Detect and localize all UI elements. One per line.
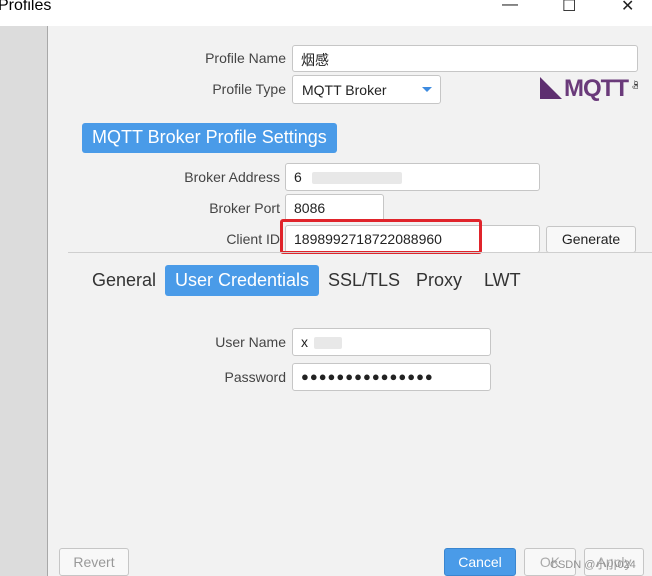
broker-address-label: Broker Address (184, 169, 280, 185)
password-input[interactable]: ●●●●●●●●●●●●●●● (292, 363, 491, 391)
redacted-mask (313, 337, 342, 350)
tab-user-credentials[interactable]: User Credentials (165, 265, 320, 296)
client-id-label: Client ID (226, 231, 280, 247)
divider (68, 252, 652, 253)
password-label: Password (224, 369, 286, 385)
mqtt-logo: MQTT .org (540, 75, 639, 102)
user-name-input[interactable]: x (292, 328, 491, 356)
redacted-mask (311, 172, 402, 185)
mqtt-logo-org: .org (632, 80, 639, 89)
window-title: Profiles (0, 0, 52, 14)
profiles-sidebar[interactable] (0, 26, 48, 576)
profile-name-label: Profile Name (205, 50, 286, 66)
profile-name-input[interactable]: 烟感 (292, 45, 638, 72)
user-name-value: x (301, 334, 308, 350)
minimize-icon[interactable]: — (502, 0, 518, 14)
tab-proxy[interactable]: Proxy (416, 265, 462, 296)
chevron-down-icon (422, 87, 432, 92)
broker-address-input[interactable]: 6 (285, 163, 540, 191)
maximize-icon[interactable]: ☐ (562, 0, 576, 16)
watermark: CSDN @小小024 (550, 559, 636, 571)
mqtt-logo-text: MQTT (564, 75, 629, 102)
profile-type-select[interactable]: MQTT Broker (292, 75, 441, 104)
section-title: MQTT Broker Profile Settings (82, 123, 337, 153)
tab-general[interactable]: General (92, 265, 156, 296)
mqtt-logo-mark-icon (540, 77, 562, 99)
title-bar: Profiles — ☐ ✕ (0, 0, 652, 26)
broker-address-value: 6 (294, 169, 302, 185)
broker-port-label: Broker Port (209, 200, 280, 216)
client-id-highlight (280, 219, 482, 254)
cancel-button[interactable]: Cancel (444, 548, 516, 576)
tab-ssl-tls[interactable]: SSL/TLS (328, 265, 400, 296)
profile-type-value: MQTT Broker (302, 82, 387, 98)
tab-lwt[interactable]: LWT (484, 265, 521, 296)
close-icon[interactable]: ✕ (621, 0, 634, 16)
user-name-label: User Name (215, 334, 286, 350)
generate-button[interactable]: Generate (546, 226, 636, 253)
profile-type-label: Profile Type (212, 81, 286, 97)
revert-button[interactable]: Revert (59, 548, 129, 576)
broker-port-input[interactable]: 8086 (285, 194, 384, 222)
